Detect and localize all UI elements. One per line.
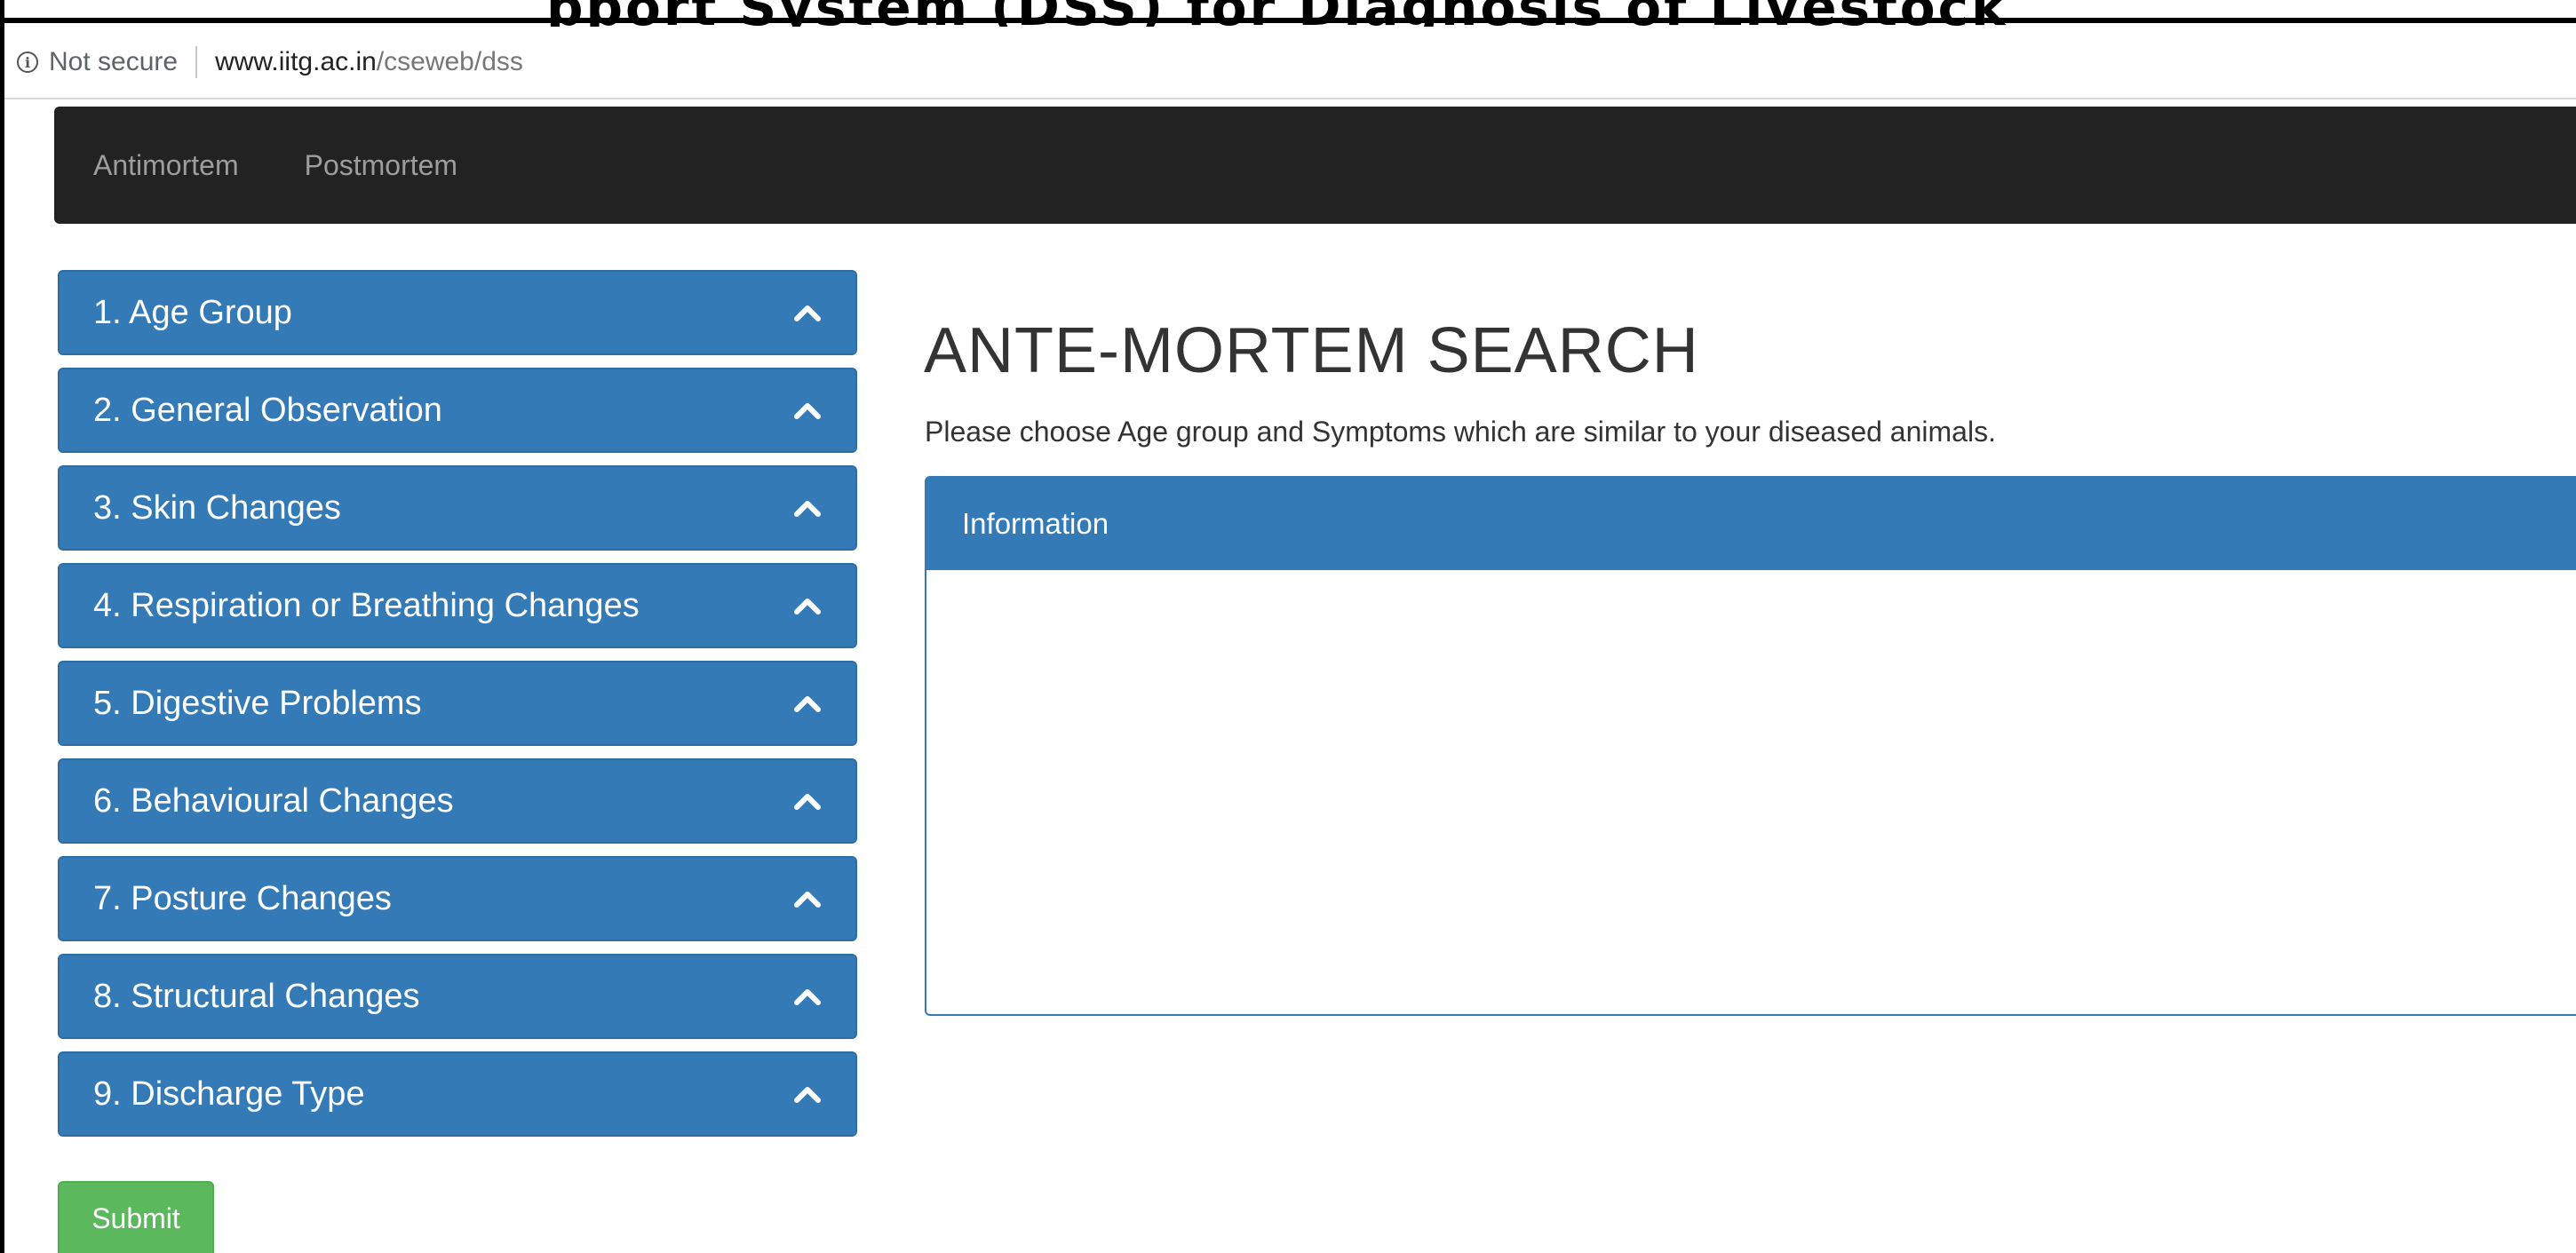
panel-heading: Information bbox=[926, 478, 2576, 570]
accordion-label: 6. Behavioural Changes bbox=[93, 781, 454, 820]
divider bbox=[4, 18, 2576, 23]
accordion-general-observation[interactable]: 2. General Observation bbox=[58, 368, 857, 453]
chevron-up-icon[interactable] bbox=[791, 883, 823, 915]
accordion-behavioural-changes[interactable]: 6. Behavioural Changes bbox=[58, 758, 857, 844]
address-separator bbox=[195, 46, 198, 78]
cropped-heading-text: pport System (DSS) for Diagnosis of Live… bbox=[546, 0, 2008, 28]
accordion-skin-changes[interactable]: 3. Skin Changes bbox=[58, 465, 857, 551]
accordion-label: 9. Discharge Type bbox=[93, 1075, 365, 1113]
page: pport System (DSS) for Diagnosis of Live… bbox=[0, 0, 2576, 1253]
info-icon[interactable]: i bbox=[17, 52, 38, 73]
accordion-digestive-problems[interactable]: 5. Digestive Problems bbox=[58, 661, 857, 746]
information-panel: Information bbox=[925, 476, 2576, 1016]
symptom-accordion: 1. Age Group 2. General Observation 3. S… bbox=[58, 270, 857, 1149]
chevron-up-icon[interactable] bbox=[791, 492, 823, 524]
accordion-respiration-changes[interactable]: 4. Respiration or Breathing Changes bbox=[58, 563, 857, 648]
chevron-up-icon[interactable] bbox=[791, 980, 823, 1012]
accordion-age-group[interactable]: 1. Age Group bbox=[58, 270, 857, 355]
nav-postmortem[interactable]: Postmortem bbox=[305, 149, 457, 182]
accordion-label: 8. Structural Changes bbox=[93, 977, 420, 1015]
chevron-up-icon[interactable] bbox=[791, 590, 823, 622]
url-path: /cseweb/dss bbox=[376, 47, 523, 76]
url-host: www.iitg.ac.in bbox=[215, 47, 377, 76]
chevron-up-icon[interactable] bbox=[791, 297, 823, 329]
accordion-structural-changes[interactable]: 8. Structural Changes bbox=[58, 954, 857, 1039]
chevron-up-icon[interactable] bbox=[791, 394, 823, 426]
accordion-label: 4. Respiration or Breathing Changes bbox=[93, 586, 640, 624]
page-description: Please choose Age group and Symptoms whi… bbox=[925, 416, 1996, 448]
accordion-posture-changes[interactable]: 7. Posture Changes bbox=[58, 856, 857, 941]
chevron-up-icon[interactable] bbox=[791, 785, 823, 817]
accordion-label: 3. Skin Changes bbox=[93, 488, 341, 527]
page-title: ANTE-MORTEM SEARCH bbox=[924, 315, 1699, 386]
accordion-label: 2. General Observation bbox=[93, 391, 442, 429]
submit-button[interactable]: Submit bbox=[58, 1181, 214, 1253]
accordion-label: 7. Posture Changes bbox=[93, 879, 392, 917]
chevron-up-icon[interactable] bbox=[791, 1078, 823, 1110]
cropped-slide-title: pport System (DSS) for Diagnosis of Live… bbox=[4, 0, 2576, 28]
security-label[interactable]: Not secure bbox=[49, 47, 178, 77]
browser-address-bar[interactable]: i Not secure www.iitg.ac.in/cseweb/dss bbox=[4, 27, 2576, 99]
accordion-label: 1. Age Group bbox=[93, 293, 292, 331]
top-navbar: Antimortem Postmortem bbox=[54, 107, 2576, 224]
nav-antimortem[interactable]: Antimortem bbox=[93, 149, 239, 182]
url-text[interactable]: www.iitg.ac.in/cseweb/dss bbox=[215, 47, 523, 77]
accordion-label: 5. Digestive Problems bbox=[93, 684, 422, 722]
chevron-up-icon[interactable] bbox=[791, 687, 823, 719]
accordion-discharge-type[interactable]: 9. Discharge Type bbox=[58, 1051, 857, 1137]
